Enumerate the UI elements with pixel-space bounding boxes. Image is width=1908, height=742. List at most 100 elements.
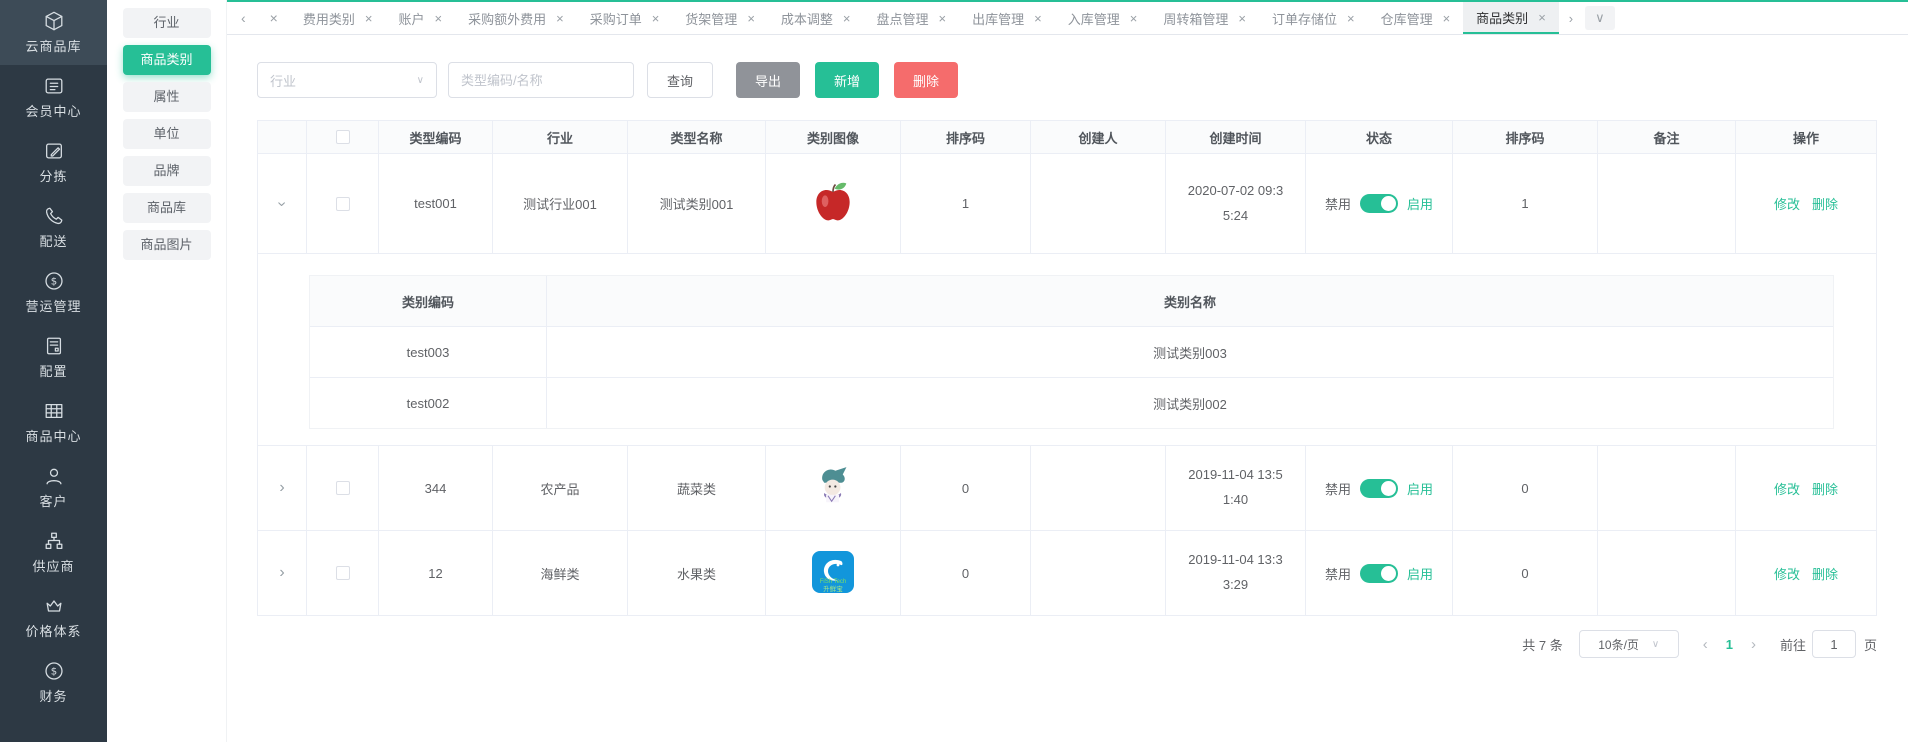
export-button[interactable]: 导出 <box>736 62 801 98</box>
app-nav-item-0[interactable]: 云商品库 <box>0 0 107 65</box>
remove-link[interactable]: 删除 <box>1812 194 1838 213</box>
pagination: 共 7 条 10条/页 ∨ ‹ 1 › 前往 页 <box>257 630 1877 658</box>
select-all-checkbox[interactable] <box>335 130 350 144</box>
app-nav-label: 配送 <box>39 234 68 249</box>
app-nav-item-1[interactable]: 会员中心 <box>0 65 107 130</box>
close-icon[interactable]: × <box>843 11 851 26</box>
tab-5[interactable]: 成本调整 × <box>768 2 864 34</box>
sub-table-row-1: test002 测试类别002 <box>310 377 1833 428</box>
edit-link[interactable]: 修改 <box>1774 564 1800 583</box>
category-image-cell <box>766 154 901 253</box>
close-icon[interactable]: × <box>1130 11 1138 26</box>
actions-cell: 修改 删除 <box>1736 446 1876 530</box>
close-icon[interactable]: × <box>1538 10 1546 25</box>
sub-name-cell: 测试类别002 <box>1153 396 1227 412</box>
sub-code-cell: test003 <box>310 327 547 377</box>
type-code-cell: test001 <box>379 154 493 253</box>
app-nav-label: 价格体系 <box>25 624 82 639</box>
status-off-label: 禁用 <box>1324 566 1351 582</box>
tabs-scroll-right-button[interactable]: › <box>1559 2 1583 34</box>
collapse-row-icon[interactable]: › <box>274 201 291 206</box>
close-icon[interactable]: × <box>434 11 442 26</box>
sub-nav-item-3[interactable]: 单位 <box>122 119 211 149</box>
close-icon[interactable]: × <box>747 11 755 26</box>
close-icon[interactable]: × <box>1034 11 1042 26</box>
edit-link[interactable]: 修改 <box>1774 479 1800 498</box>
next-page-button[interactable]: › <box>1741 636 1766 653</box>
close-icon[interactable]: × <box>939 11 947 26</box>
app-nav-item-9[interactable]: 价格体系 <box>0 585 107 650</box>
expand-row-icon[interactable]: › <box>279 565 284 581</box>
sub-nav-item-1[interactable]: 商品类别 <box>122 45 211 75</box>
app-nav-item-7[interactable]: 客户 <box>0 455 107 520</box>
sub-nav-item-0[interactable]: 行业 <box>122 8 211 38</box>
close-icon[interactable]: × <box>556 11 564 26</box>
sub-name-cell: 测试类别003 <box>1153 345 1227 361</box>
row-checkbox[interactable] <box>335 196 350 211</box>
close-icon[interactable]: × <box>365 11 373 26</box>
status-toggle[interactable] <box>1360 194 1398 213</box>
tab-0[interactable]: 费用类别 × <box>290 2 386 34</box>
industry-select[interactable]: 行业 ∨ <box>257 62 437 98</box>
tab-label: 货架管理 <box>685 11 738 27</box>
tab-7[interactable]: 出库管理 × <box>959 2 1055 34</box>
app-nav-item-6[interactable]: 商品中心 <box>0 390 107 455</box>
current-page-button[interactable]: 1 <box>1718 637 1741 652</box>
search-button[interactable]: 查询 <box>647 62 714 98</box>
tabs-close-all-button[interactable]: × <box>258 2 290 34</box>
keyword-input[interactable] <box>448 62 634 98</box>
sub-nav-item-4[interactable]: 品牌 <box>122 156 211 186</box>
close-icon[interactable]: × <box>652 11 660 26</box>
app-nav-item-4[interactable]: $ 营运管理 <box>0 260 107 325</box>
page-size-select[interactable]: 10条/页 ∨ <box>1578 630 1679 658</box>
tab-2[interactable]: 采购额外费用 × <box>455 2 577 34</box>
tab-6[interactable]: 盘点管理 × <box>864 2 960 34</box>
industry-cell: 测试行业001 <box>493 154 628 253</box>
app-nav-label: 配置 <box>39 364 68 379</box>
app-nav-item-2[interactable]: 分拣 <box>0 130 107 195</box>
app-nav-label: 商品中心 <box>25 429 82 444</box>
status-toggle[interactable] <box>1360 478 1398 498</box>
tab-10[interactable]: 订单存储位 × <box>1259 2 1368 34</box>
sub-nav-item-2[interactable]: 属性 <box>122 82 211 112</box>
tabs-dropdown-button[interactable]: ∨ <box>1585 6 1615 30</box>
close-icon[interactable]: × <box>1347 11 1355 26</box>
tab-12[interactable]: 商品类别 × <box>1463 2 1559 34</box>
tab-label: 订单存储位 <box>1271 11 1337 27</box>
status-cell: 禁用 启用 <box>1306 531 1453 615</box>
category-image-cell: FiSh Tech 升鲜宝 <box>766 531 901 615</box>
app-nav-item-5[interactable]: 配置 <box>0 325 107 390</box>
goto-page-input[interactable] <box>1811 630 1856 658</box>
edit-link[interactable]: 修改 <box>1774 194 1800 213</box>
header-cell: 排序码 <box>1453 121 1598 153</box>
tab-9[interactable]: 周转箱管理 × <box>1150 2 1259 34</box>
expand-row-icon[interactable]: › <box>279 480 284 496</box>
tab-label: 盘点管理 <box>876 11 929 27</box>
app-nav-item-8[interactable]: 供应商 <box>0 520 107 585</box>
remove-link[interactable]: 删除 <box>1812 479 1838 498</box>
row-checkbox[interactable] <box>335 566 350 580</box>
tab-8[interactable]: 入库管理 × <box>1055 2 1151 34</box>
prev-page-button[interactable]: ‹ <box>1693 636 1718 653</box>
close-icon[interactable]: × <box>1238 11 1246 26</box>
app-nav-item-10[interactable]: $ 财务 <box>0 650 107 715</box>
delete-button[interactable]: 删除 <box>894 62 959 98</box>
tab-1[interactable]: 账户 × <box>385 2 455 34</box>
tab-4[interactable]: 货架管理 × <box>672 2 768 34</box>
tabs-scroll-left-button[interactable]: ‹ <box>229 2 258 34</box>
sub-nav-item-6[interactable]: 商品图片 <box>122 230 211 260</box>
close-icon[interactable]: × <box>1443 11 1451 26</box>
tab-11[interactable]: 仓库管理 × <box>1368 2 1464 34</box>
industry-cell: 农产品 <box>493 446 628 530</box>
sub-nav-item-5[interactable]: 商品库 <box>122 193 211 223</box>
row-checkbox[interactable] <box>335 481 350 495</box>
app-nav-item-3[interactable]: 配送 <box>0 195 107 260</box>
app-nav-label: 会员中心 <box>25 104 82 119</box>
type-name-cell: 水果类 <box>628 531 766 615</box>
tab-3[interactable]: 采购订单 × <box>577 2 673 34</box>
status-toggle[interactable] <box>1360 563 1398 583</box>
add-button[interactable]: 新增 <box>815 62 880 98</box>
remove-link[interactable]: 删除 <box>1812 564 1838 583</box>
app-nav-label: 分拣 <box>39 169 68 184</box>
finance-dollar-icon: $ <box>43 659 65 683</box>
